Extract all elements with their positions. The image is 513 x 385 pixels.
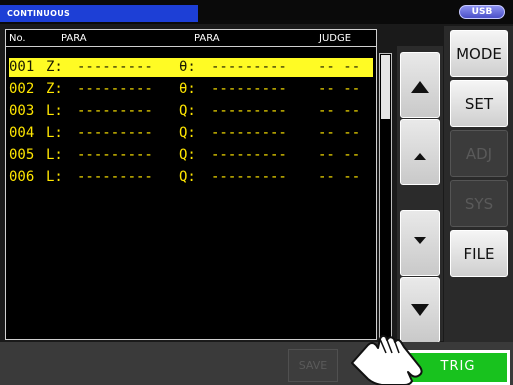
scrollbar-thumb[interactable] — [381, 55, 390, 119]
list-scrollbar[interactable] — [379, 53, 392, 341]
row-no: 002 — [9, 81, 35, 97]
row-value2: --------- — [211, 59, 287, 75]
row-value1: --------- — [77, 169, 153, 185]
page-up-button[interactable] — [400, 52, 440, 118]
double-down-arrow-icon — [411, 304, 429, 316]
row-no: 006 — [9, 169, 35, 185]
list-row-003[interactable]: 003 L: --------- Q: --------- -- -- — [9, 102, 373, 121]
row-no: 004 — [9, 125, 35, 141]
row-param1: Z: — [46, 81, 63, 97]
save-button[interactable]: SAVE — [288, 349, 338, 382]
double-up-arrow-icon — [411, 81, 429, 93]
header-para-1: PARA — [61, 33, 87, 44]
measurement-list: No. PARA PARA JUDGE 001 Z: --------- θ: … — [5, 29, 377, 340]
row-param2: θ: — [179, 59, 196, 75]
screen-title: CONTINUOUS — [0, 5, 198, 22]
adj-button[interactable]: ADJ — [450, 130, 508, 177]
row-judge: -- -- — [318, 147, 361, 163]
scroll-down-button[interactable] — [400, 210, 440, 276]
row-value1: --------- — [77, 147, 153, 163]
row-judge: -- -- — [318, 169, 361, 185]
row-value2: --------- — [211, 169, 287, 185]
header-para-2: PARA — [194, 33, 220, 44]
row-value1: --------- — [77, 125, 153, 141]
list-row-002[interactable]: 002 Z: --------- θ: --------- -- -- — [9, 80, 373, 99]
row-judge: -- -- — [318, 81, 361, 97]
row-param2: Q: — [179, 103, 196, 119]
row-param1: L: — [46, 103, 63, 119]
row-judge: -- -- — [318, 59, 361, 75]
row-no: 005 — [9, 147, 35, 163]
scroll-up-button[interactable] — [400, 119, 440, 185]
row-value1: --------- — [77, 81, 153, 97]
list-row-004[interactable]: 004 L: --------- Q: --------- -- -- — [9, 124, 373, 143]
row-judge: -- -- — [318, 125, 361, 141]
header-judge: JUDGE — [319, 33, 352, 44]
list-row-005[interactable]: 005 L: --------- Q: --------- -- -- — [9, 146, 373, 165]
set-button[interactable]: SET — [450, 80, 508, 127]
usb-badge: USB — [459, 5, 505, 19]
row-value2: --------- — [211, 147, 287, 163]
row-no: 003 — [9, 103, 35, 119]
row-judge: -- -- — [318, 103, 361, 119]
pointing-hand-icon — [351, 334, 423, 385]
row-param1: L: — [46, 125, 63, 141]
list-header: No. PARA PARA JUDGE — [6, 30, 376, 47]
sys-button[interactable]: SYS — [450, 180, 508, 227]
row-param2: Q: — [179, 169, 196, 185]
row-value2: --------- — [211, 125, 287, 141]
down-arrow-icon — [414, 237, 426, 244]
row-value2: --------- — [211, 81, 287, 97]
row-param1: L: — [46, 169, 63, 185]
row-value1: --------- — [77, 59, 153, 75]
row-value1: --------- — [77, 103, 153, 119]
up-arrow-icon — [414, 153, 426, 160]
mode-button[interactable]: MODE — [450, 30, 508, 77]
row-param2: θ: — [179, 81, 196, 97]
row-no: 001 — [9, 59, 35, 75]
row-param1: Z: — [46, 59, 63, 75]
row-value2: --------- — [211, 103, 287, 119]
row-param2: Q: — [179, 147, 196, 163]
row-param1: L: — [46, 147, 63, 163]
title-bar: CONTINUOUS USB — [0, 0, 513, 24]
file-button[interactable]: FILE — [450, 230, 508, 277]
row-param2: Q: — [179, 125, 196, 141]
header-no: No. — [9, 33, 26, 44]
list-row-001[interactable]: 001 Z: --------- θ: --------- -- -- — [9, 58, 373, 77]
list-row-006[interactable]: 006 L: --------- Q: --------- -- -- — [9, 168, 373, 187]
